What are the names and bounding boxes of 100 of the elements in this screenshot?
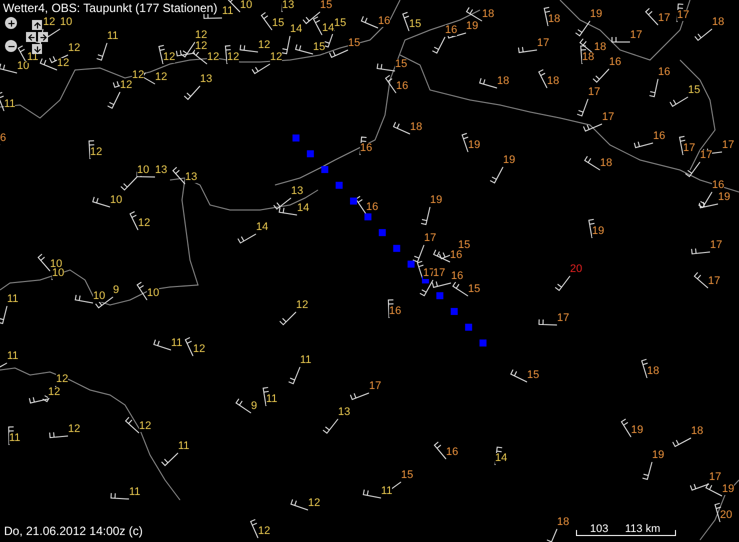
dew-point-label: 12: [57, 58, 70, 69]
dew-point-label: 19: [652, 450, 664, 461]
dew-point-label: 18: [691, 426, 704, 437]
dew-point-label: 13: [291, 186, 304, 197]
dew-point-label: 12: [258, 40, 270, 51]
dew-point-label: 11: [300, 355, 312, 366]
dew-point-label: 14: [290, 24, 302, 35]
dew-point-label: 12: [195, 41, 208, 52]
dew-point-label: 17: [424, 233, 436, 244]
dew-point-label: 16: [653, 131, 666, 142]
dew-point-label: 12: [43, 17, 56, 28]
dew-point-label: 18: [547, 76, 560, 87]
dew-point-label: 12: [308, 498, 320, 509]
dew-point-label: 12: [195, 30, 208, 41]
dew-point-label: 9: [113, 285, 120, 296]
dew-point-label: 14: [297, 203, 310, 214]
dew-point-label: 12: [138, 218, 150, 229]
arrow-left-icon: [26, 32, 36, 42]
dew-point-label: 14: [256, 222, 268, 233]
dew-point-label: 19: [722, 484, 734, 495]
dew-point-label: 19: [466, 21, 478, 32]
dew-point-label: 11: [7, 351, 18, 362]
dew-point-label: 12: [296, 300, 308, 311]
dew-point-label: 15: [334, 18, 346, 29]
dew-point-label: 15: [401, 470, 414, 481]
pan-left-button[interactable]: [26, 32, 36, 42]
dew-point-label: 12: [68, 43, 80, 54]
dew-point-label: 12: [56, 374, 68, 385]
zoom-in-button[interactable]: [5, 17, 17, 29]
dew-point-label: 18: [594, 42, 606, 53]
dew-point-label: 13: [185, 172, 198, 183]
dew-point-label: 11: [107, 31, 118, 42]
dew-point-label: 14: [495, 453, 508, 464]
dew-point-label: 19: [503, 155, 516, 166]
pan-down-button[interactable]: [32, 44, 42, 54]
dew-point-label: 11: [129, 487, 140, 498]
map-title: Wetter4, OBS: Taupunkt (177 Stationen): [3, 2, 218, 14]
dew-point-label: 13: [200, 74, 212, 85]
dew-point-label: 17: [602, 112, 614, 123]
dew-point-label: 15: [458, 240, 470, 251]
dew-point-label: 16: [450, 250, 462, 261]
dew-point-label: 17: [710, 240, 722, 251]
pan-right-button[interactable]: [38, 32, 48, 42]
dew-point-label: 17: [683, 143, 696, 154]
dew-point-label: 10: [240, 0, 252, 11]
dew-point-label: 15: [688, 85, 700, 96]
dew-point-label: 19: [590, 9, 602, 20]
dew-point-label: 18: [647, 366, 660, 377]
dew-point-label: 17: [537, 38, 550, 49]
dew-point-label: 12: [270, 52, 282, 63]
dew-point-label: 18: [712, 17, 724, 28]
scale-start-label: 103: [590, 524, 608, 535]
dew-point-label: 20: [570, 264, 582, 275]
dew-point-label: 17: [369, 381, 382, 392]
dew-point-label: 13: [338, 407, 350, 418]
dew-point-label: 13: [155, 165, 168, 176]
dew-point-label: 18: [582, 52, 594, 63]
dew-point-label: 16: [609, 57, 622, 68]
dew-point-label: 19: [718, 192, 730, 203]
arrow-up-icon: [32, 20, 42, 30]
dew-point-label: 11: [178, 441, 190, 452]
dew-point-label: 17: [677, 10, 690, 21]
dew-point-label: 19: [468, 140, 480, 151]
dew-point-label: 11: [222, 6, 234, 17]
arrow-down-icon: [32, 44, 42, 54]
dew-point-label: 11: [4, 99, 16, 110]
dew-point-label: 19: [430, 195, 442, 206]
dew-point-label: 12: [132, 70, 144, 81]
dew-point-label: 12: [207, 52, 220, 63]
pan-up-button[interactable]: [32, 20, 42, 30]
dew-point-label: 11: [9, 433, 20, 444]
dew-point-label: 18: [557, 517, 570, 528]
arrow-right-icon: [38, 32, 48, 42]
dew-point-label: 10: [17, 61, 30, 72]
dew-point-label: 17: [433, 268, 446, 279]
dew-point-label: 12: [155, 72, 168, 83]
dew-point-label: 15: [468, 284, 480, 295]
dew-point-label: 18: [497, 76, 510, 87]
dew-point-label: 15: [395, 59, 408, 70]
dew-point-label: 12: [163, 52, 176, 63]
dew-point-label: 17: [700, 150, 712, 161]
dew-point-label: 6: [0, 133, 6, 144]
dew-point-label: 17: [709, 472, 722, 483]
dew-point-label: 16: [446, 447, 458, 458]
dew-point-label: 10: [52, 268, 64, 279]
dew-point-label: 16: [396, 81, 408, 92]
dew-point-label: 15: [272, 18, 284, 29]
dew-point-label: 20: [720, 510, 732, 521]
dew-point-label: 17: [588, 87, 600, 98]
dew-point-label: 18: [548, 14, 560, 25]
dew-point-label: 12: [139, 421, 152, 432]
dew-point-label: 16: [378, 16, 390, 27]
dew-point-label: 16: [451, 271, 464, 282]
dew-point-label: 16: [658, 67, 670, 78]
dew-point-label: 12: [227, 52, 240, 63]
dew-point-label: 10: [93, 291, 106, 302]
zoom-out-button[interactable]: [5, 40, 17, 52]
dew-point-label: 11: [171, 338, 182, 349]
dew-point-label: 10: [60, 17, 72, 28]
dew-point-label: 15: [527, 370, 540, 381]
